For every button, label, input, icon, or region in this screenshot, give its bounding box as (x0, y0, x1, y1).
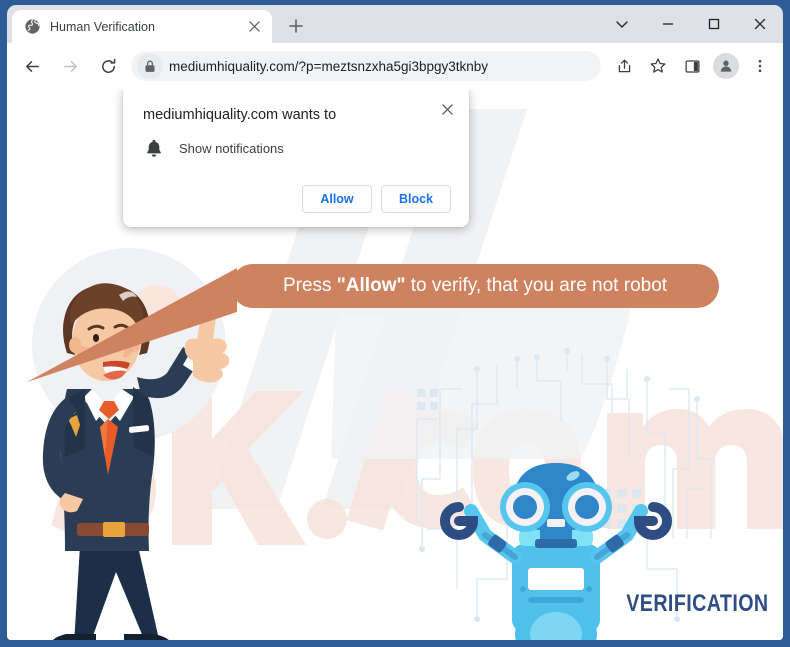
more-menu-icon[interactable] (745, 51, 775, 81)
tab-title: Human Verification (50, 19, 155, 34)
window-controls (599, 5, 783, 43)
popup-close-icon[interactable] (435, 97, 459, 121)
bookmark-star-icon[interactable] (643, 51, 673, 81)
speech-bubble-tail (27, 268, 237, 382)
businessman-pointing-illustration (42, 283, 230, 640)
popup-actions: Allow Block (143, 185, 451, 213)
bell-icon (147, 139, 161, 157)
browser-toolbar: mediumhiquality.com/?p=meztsnzxha5gi3bpg… (7, 43, 783, 89)
circuit-nodes (417, 348, 700, 622)
popup-request-row: Show notifications (143, 137, 451, 159)
page-viewport: Press "Allow" to verify, that you are no… (7, 89, 783, 640)
allow-button[interactable]: Allow (302, 185, 372, 213)
block-button[interactable]: Block (381, 185, 451, 213)
profile-avatar[interactable] (711, 51, 741, 81)
tab-search-button[interactable] (599, 5, 645, 43)
back-button[interactable] (16, 50, 48, 82)
minimize-button[interactable] (645, 5, 691, 43)
speech-bubble: Press "Allow" to verify, that you are no… (231, 264, 719, 308)
decorative-circle (32, 248, 226, 442)
side-panel-icon[interactable] (677, 51, 707, 81)
lock-icon[interactable] (137, 53, 163, 79)
address-bar[interactable]: mediumhiquality.com/?p=meztsnzxha5gi3bpg… (131, 51, 601, 81)
maximize-button[interactable] (691, 5, 737, 43)
speech-bubble-text: Press "Allow" to verify, that you are no… (282, 275, 668, 296)
close-button[interactable] (737, 5, 783, 43)
circuit-board-pattern (416, 351, 712, 619)
globe-icon (25, 19, 40, 34)
tab-strip: Human Verification (7, 5, 783, 43)
verification-label: VERIFICATION (626, 590, 769, 617)
notification-permission-popup: mediumhiquality.com wants to Show notifi… (123, 89, 469, 227)
new-tab-button[interactable] (282, 12, 310, 40)
site-watermark (51, 339, 783, 545)
popup-title: mediumhiquality.com wants to (143, 107, 337, 123)
reload-button[interactable] (92, 50, 124, 82)
url-text[interactable]: mediumhiquality.com/?p=meztsnzxha5gi3bpg… (169, 59, 488, 74)
popup-request-label: Show notifications (179, 140, 284, 156)
tab-close-icon[interactable] (244, 17, 264, 37)
forward-button[interactable] (54, 50, 86, 82)
browser-window: Human Verification mediumhiquality.com/?… (0, 0, 790, 647)
browser-tab[interactable]: Human Verification (12, 10, 272, 43)
share-icon[interactable] (609, 51, 639, 81)
